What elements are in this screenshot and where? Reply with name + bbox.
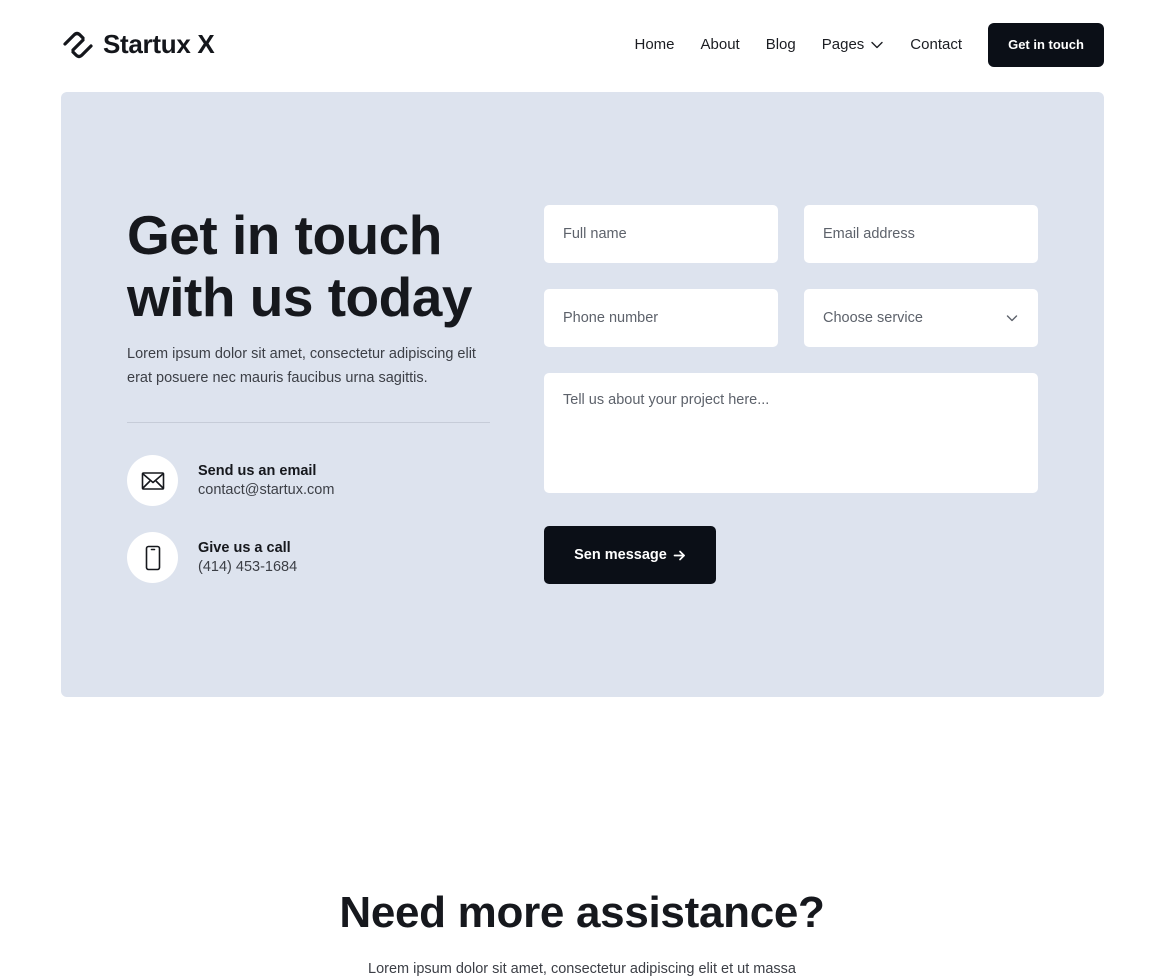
contact-email-item: Send us an email contact@startux.com	[127, 455, 334, 506]
contact-phone-value[interactable]: (414) 453-1684	[198, 559, 297, 575]
nav-home[interactable]: Home	[635, 36, 675, 53]
hero-description: Lorem ipsum dolor sit amet, consectetur …	[127, 346, 476, 386]
nav-pages-dropdown[interactable]: Pages	[822, 36, 885, 53]
get-in-touch-button[interactable]: Get in touch	[988, 22, 1104, 67]
phone-icon	[145, 545, 160, 570]
brand-logo[interactable]: Startux X	[61, 27, 215, 63]
phone-icon-circle	[127, 532, 178, 583]
nav-contact[interactable]: Contact	[910, 36, 962, 53]
project-message-textarea[interactable]	[544, 373, 1038, 493]
envelope-icon-circle	[127, 455, 178, 506]
site-header: Startux X Home About Blog Pages Contact …	[61, 22, 1104, 67]
nav-about-label: About	[700, 36, 740, 53]
nav-about[interactable]: About	[701, 36, 740, 53]
main-nav: Home About Blog Pages Contact Get in tou…	[635, 22, 1104, 67]
hero-title: Get in touch with us today	[127, 204, 472, 328]
nav-home-label: Home	[634, 36, 675, 53]
service-select-value: Choose service	[823, 310, 923, 326]
contact-email-label: Send us an email	[198, 463, 317, 479]
nav-contact-label: Contact	[910, 36, 962, 53]
contact-email-text: Send us an email contact@startux.com	[198, 463, 334, 498]
link-arrow-logo-icon	[63, 31, 93, 58]
full-name-input[interactable]	[544, 205, 778, 263]
nav-blog[interactable]: Blog	[766, 36, 796, 53]
contact-panel: Get in touch with us today Lorem ipsum d…	[61, 92, 1104, 697]
service-select[interactable]: Choose service	[804, 289, 1038, 347]
contact-phone-item: Give us a call (414) 453-1684	[127, 532, 297, 583]
contact-email-value[interactable]: contact@startux.com	[198, 482, 334, 498]
arrow-right-icon	[673, 550, 685, 560]
divider	[127, 422, 490, 423]
assistance-title: Need more assistance?	[339, 888, 825, 937]
chevron-down-icon	[1006, 315, 1018, 322]
nav-pages-label: Pages	[821, 36, 865, 53]
email-input[interactable]	[804, 205, 1038, 263]
phone-input[interactable]	[544, 289, 778, 347]
brand-name: Startux X	[103, 29, 215, 59]
send-message-button[interactable]: Sen message	[544, 526, 716, 584]
nav-blog-label: Blog	[765, 36, 796, 53]
chevron-down-icon	[871, 41, 883, 48]
assistance-description: Lorem ipsum dolor sit amet, consectetur …	[368, 961, 796, 977]
send-message-label: Sen message	[574, 547, 667, 563]
contact-phone-text: Give us a call (414) 453-1684	[198, 540, 297, 575]
envelope-icon	[141, 471, 164, 490]
contact-phone-label: Give us a call	[198, 540, 291, 556]
